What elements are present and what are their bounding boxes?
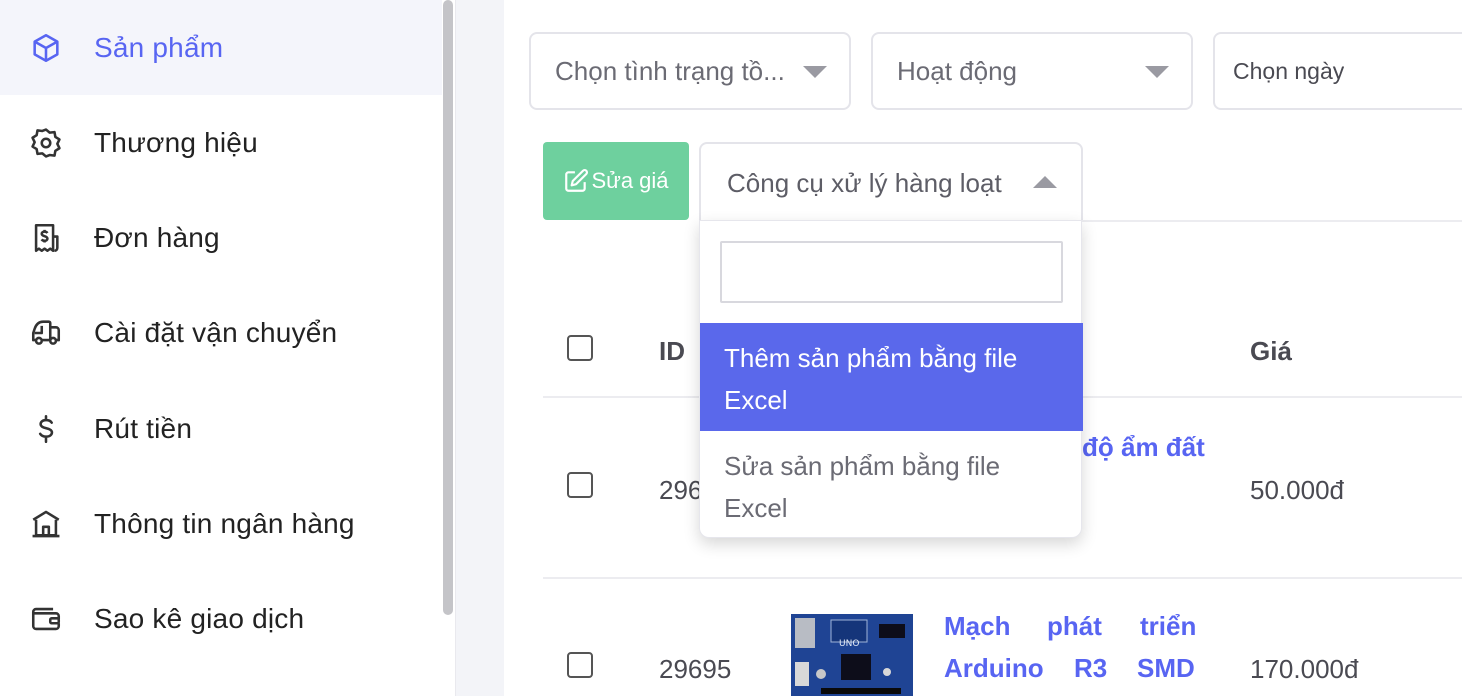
stock-status-select[interactable]: Chọn tình trạng tồ... — [529, 32, 851, 110]
date-picker[interactable]: Chọn ngày — [1213, 32, 1462, 110]
select-all-checkbox[interactable] — [567, 335, 593, 361]
product-name-word[interactable]: triển — [1140, 611, 1196, 642]
row-price: 170.000đ — [1250, 654, 1359, 684]
wallet-icon — [28, 601, 64, 637]
chevron-down-icon — [1145, 66, 1169, 78]
product-name-word[interactable]: Arduino — [944, 653, 1044, 684]
cube-icon — [28, 30, 64, 66]
sidebar-item-label: Cài đặt vận chuyển — [94, 316, 338, 348]
svg-text:UNO: UNO — [839, 639, 859, 649]
sidebar-item-transactions[interactable]: Sao kê giao dịch — [0, 571, 442, 666]
chevron-up-icon — [1033, 176, 1057, 188]
activity-value: Hoạt động — [897, 55, 1017, 86]
edit-icon — [565, 169, 589, 192]
option-edit-products-excel[interactable]: Sửa sản phẩm bằng file Excel — [700, 431, 1083, 539]
row-checkbox[interactable] — [567, 472, 593, 498]
bulk-tools-select[interactable]: Công cụ xử lý hàng loạt — [699, 142, 1083, 222]
row-id: 296 — [659, 475, 703, 505]
edit-price-button[interactable]: Sửa giá — [543, 142, 689, 220]
activity-select[interactable]: Hoạt động — [871, 32, 1193, 110]
sidebar-item-shipping-settings[interactable]: Cài đặt vận chuyển — [0, 285, 442, 380]
row-price: 50.000đ — [1250, 475, 1344, 505]
sidebar: Sản phẩm Thương hiệu Đơn hàng Cài đặt vậ… — [0, 0, 456, 696]
chevron-down-icon — [803, 66, 827, 78]
row-id: 29695 — [659, 654, 732, 684]
sidebar-item-bank-info[interactable]: Thông tin ngân hàng — [0, 476, 442, 571]
sidebar-item-label: Sản phẩm — [94, 31, 224, 63]
product-name-word[interactable]: SMD — [1137, 653, 1195, 684]
sidebar-item-label: Sao kê giao dịch — [94, 602, 305, 634]
dollar-icon — [28, 411, 64, 447]
product-name-word[interactable]: Mạch — [944, 611, 1010, 642]
bulk-tools-dropdown: Thêm sản phẩm bằng file Excel Sửa sản ph… — [699, 220, 1083, 539]
bulk-tools-label: Công cụ xử lý hàng loạt — [727, 167, 1002, 198]
column-header-id: ID — [659, 336, 685, 366]
row-checkbox[interactable] — [567, 652, 593, 678]
table-row-divider — [543, 577, 1462, 579]
sidebar-item-label: Thương hiệu — [94, 126, 258, 158]
edit-price-label: Sửa giá — [591, 168, 669, 193]
truck-icon — [28, 315, 64, 351]
receipt-dollar-icon — [28, 220, 64, 256]
product-name-link[interactable]: độ ẩm đất — [1082, 432, 1205, 463]
option-add-products-excel[interactable]: Thêm sản phẩm bằng file Excel — [700, 323, 1083, 431]
bank-icon — [28, 506, 64, 542]
sidebar-item-label: Đơn hàng — [94, 221, 220, 253]
product-thumbnail[interactable]: UNO — [791, 614, 913, 696]
divider — [1082, 220, 1462, 222]
sidebar-item-label: Thông tin ngân hàng — [94, 507, 355, 539]
sidebar-item-brands[interactable]: Thương hiệu — [0, 95, 442, 190]
date-picker-value: Chọn ngày — [1233, 57, 1345, 84]
dropdown-search-input[interactable] — [720, 241, 1063, 303]
sidebar-item-products[interactable]: Sản phẩm — [0, 0, 442, 95]
badge-icon — [28, 125, 64, 161]
product-name-word[interactable]: R3 — [1074, 653, 1107, 684]
column-header-price: Giá — [1250, 336, 1292, 366]
sidebar-scrollbar[interactable] — [443, 0, 453, 615]
sidebar-item-withdraw[interactable]: Rút tiền — [0, 381, 442, 476]
sidebar-item-label: Rút tiền — [94, 412, 193, 444]
stock-status-value: Chọn tình trạng tồ... — [555, 55, 785, 86]
product-name-word[interactable]: phát — [1047, 611, 1102, 642]
sidebar-item-orders[interactable]: Đơn hàng — [0, 190, 442, 285]
